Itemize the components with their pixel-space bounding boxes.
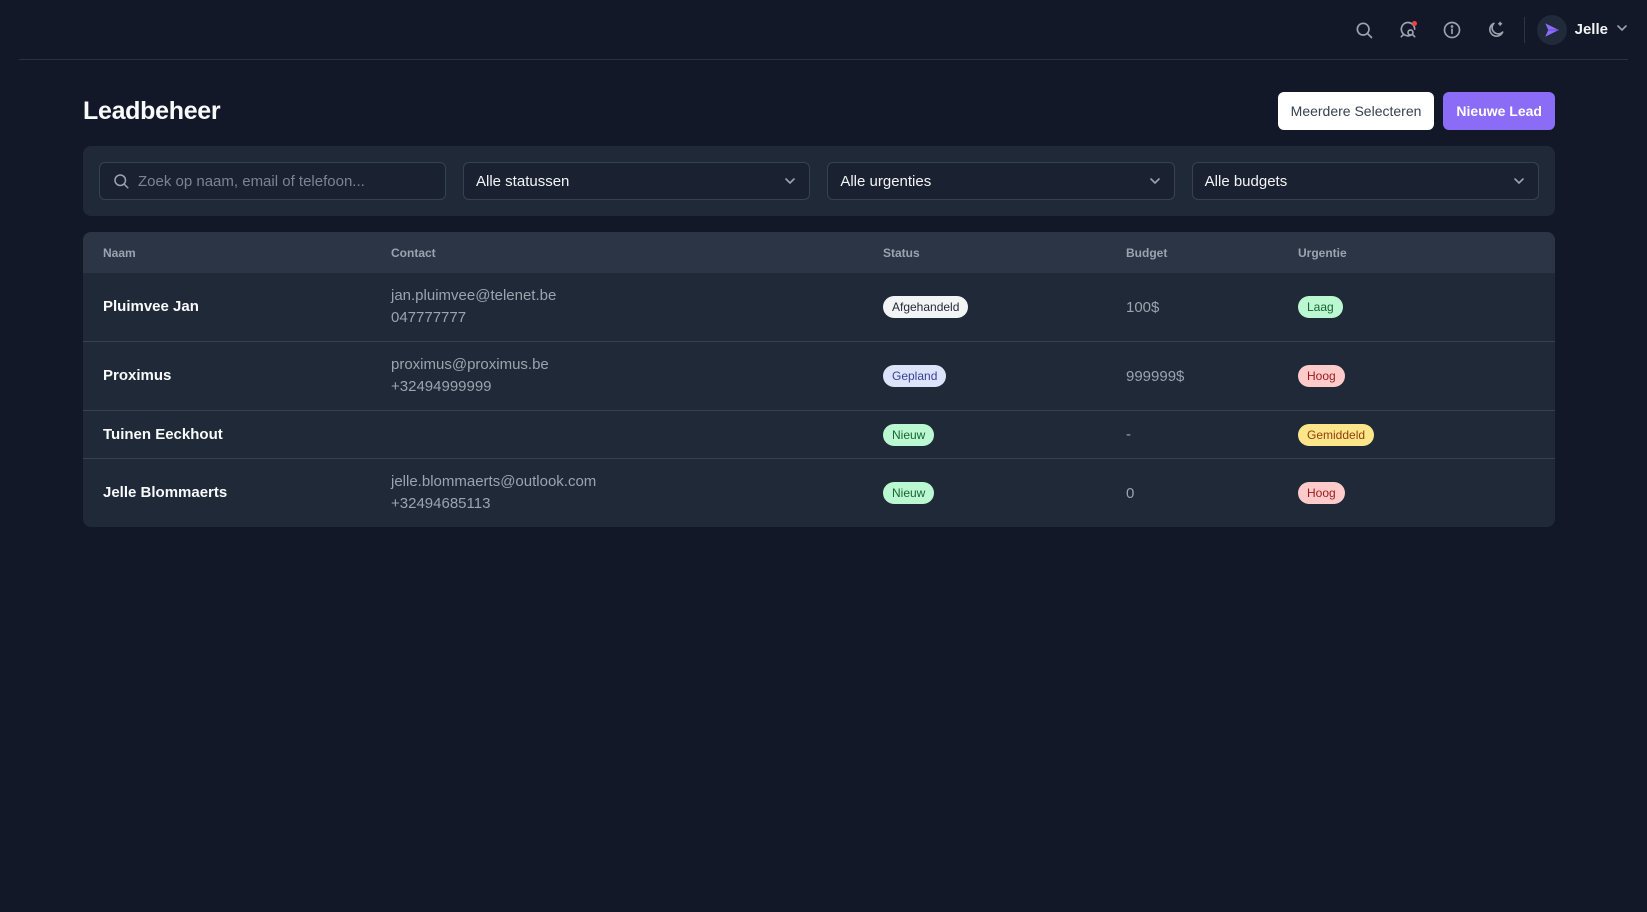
- send-icon: [1544, 22, 1559, 37]
- lead-phone: +32494685113: [391, 495, 491, 512]
- lead-name: Tuinen Eeckhout: [103, 425, 223, 443]
- user-menu[interactable]: Jelle: [1536, 14, 1628, 45]
- search-input[interactable]: [138, 172, 433, 190]
- lead-budget: 0: [1126, 484, 1135, 502]
- urgency-badge: Laag: [1298, 296, 1343, 318]
- chevron-down-icon: [1616, 21, 1628, 39]
- leads-table: Naam Contact Status Budget Urgentie Plui…: [83, 232, 1555, 527]
- info-icon[interactable]: [1430, 8, 1474, 52]
- urgency-filter-value: Alle urgenties: [840, 172, 932, 190]
- lead-name: Pluimvee Jan: [103, 298, 199, 315]
- lead-phone: +32494999999: [391, 378, 492, 395]
- table-row[interactable]: Tuinen Eeckhout Nieuw - Gemiddeld: [83, 410, 1555, 458]
- budget-filter-select[interactable]: Alle budgets: [1191, 162, 1539, 200]
- table-row[interactable]: Proximus proximus@proximus.be +324949999…: [83, 341, 1555, 410]
- top-bar: Jelle: [19, 0, 1628, 60]
- chevron-down-icon: [785, 178, 796, 185]
- column-header-contact[interactable]: Contact: [391, 246, 883, 260]
- status-filter-value: Alle statussen: [476, 172, 570, 190]
- lead-contact: proximus@proximus.be +32494999999: [391, 354, 883, 398]
- urgency-badge: Hoog: [1298, 482, 1345, 504]
- table-row[interactable]: Jelle Blommaerts jelle.blommaerts@outloo…: [83, 458, 1555, 527]
- lead-name: Jelle Blommaerts: [103, 484, 228, 501]
- urgency-badge: Hoog: [1298, 365, 1345, 387]
- lead-budget: 100$: [1126, 298, 1160, 316]
- chevron-down-icon: [1149, 178, 1160, 185]
- lead-contact: jelle.blommaerts@outlook.com +3249468511…: [391, 471, 883, 515]
- column-header-status[interactable]: Status: [883, 246, 1126, 260]
- status-filter-select[interactable]: Alle statussen: [463, 162, 811, 200]
- top-icons: [1342, 8, 1518, 52]
- header-actions: Meerdere Selecteren Nieuwe Lead: [1277, 92, 1555, 130]
- page-title: Leadbeheer: [83, 96, 221, 125]
- user-name: Jelle: [1574, 21, 1608, 38]
- urgency-filter-select[interactable]: Alle urgenties: [827, 162, 1175, 200]
- column-header-name[interactable]: Naam: [83, 246, 391, 260]
- status-badge: Nieuw: [883, 423, 935, 446]
- table-row[interactable]: Pluimvee Jan jan.pluimvee@telenet.be 047…: [83, 273, 1555, 341]
- column-header-urgency[interactable]: Urgentie: [1298, 246, 1555, 260]
- lead-email: jan.pluimvee@telenet.be: [391, 287, 557, 304]
- new-lead-button[interactable]: Nieuwe Lead: [1443, 92, 1555, 130]
- search-box[interactable]: [99, 162, 446, 200]
- moon-icon[interactable]: [1474, 8, 1518, 52]
- column-header-budget[interactable]: Budget: [1126, 246, 1298, 260]
- notification-dot: [1411, 20, 1417, 26]
- search-icon: [114, 174, 129, 189]
- budget-filter-value: Alle budgets: [1204, 172, 1288, 190]
- page-header: Leadbeheer Meerdere Selecteren Nieuwe Le…: [83, 92, 1555, 130]
- search-icon[interactable]: [1342, 8, 1386, 52]
- status-badge: Nieuw: [883, 482, 935, 504]
- status-badge: Gepland: [883, 365, 947, 387]
- filter-bar: Alle statussen Alle urgenties Alle budge…: [83, 146, 1555, 216]
- urgency-badge: Gemiddeld: [1298, 423, 1375, 446]
- table-header: Naam Contact Status Budget Urgentie: [83, 232, 1555, 273]
- lead-contact: jan.pluimvee@telenet.be 047777777: [391, 285, 883, 329]
- lead-email: proximus@proximus.be: [391, 356, 549, 373]
- lead-budget: -: [1126, 426, 1131, 443]
- lead-phone: 047777777: [391, 309, 467, 326]
- lead-email: jelle.blommaerts@outlook.com: [391, 473, 597, 490]
- lead-name: Proximus: [103, 367, 172, 384]
- table-body: Pluimvee Jan jan.pluimvee@telenet.be 047…: [83, 273, 1555, 527]
- notification-search-icon[interactable]: [1386, 8, 1430, 52]
- topbar-divider: [1523, 16, 1525, 43]
- avatar: [1536, 14, 1567, 45]
- select-multiple-button[interactable]: Meerdere Selecteren: [1277, 92, 1435, 130]
- status-badge: Afgehandeld: [883, 296, 969, 318]
- chevron-down-icon: [1514, 178, 1524, 185]
- lead-budget: 999999$: [1126, 367, 1185, 385]
